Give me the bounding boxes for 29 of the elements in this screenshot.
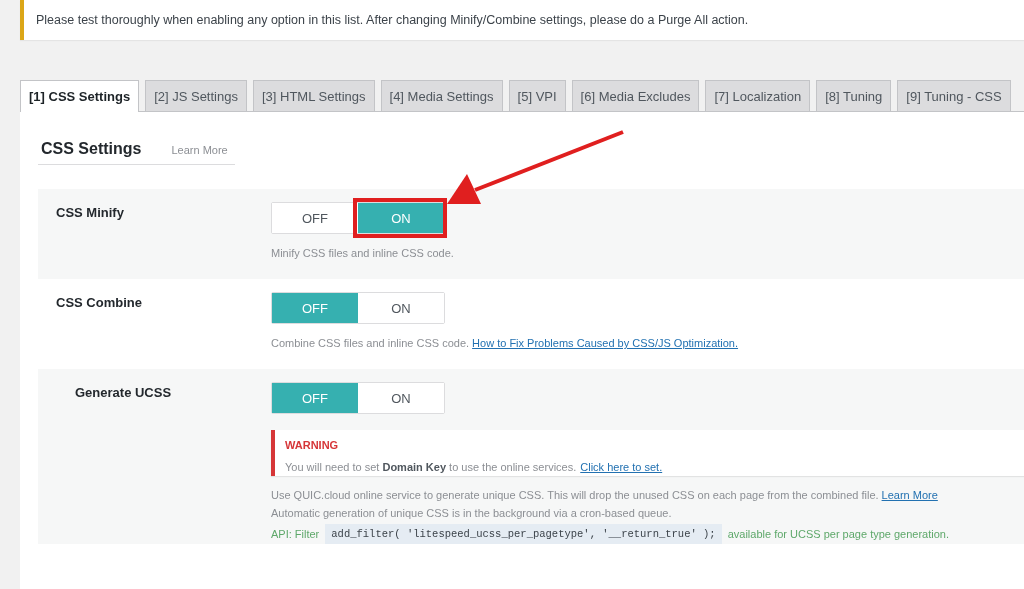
description-text: Combine CSS files and inline CSS code. [271, 337, 470, 349]
description-text: Minify CSS files and inline CSS code. [271, 247, 454, 259]
settings-tab[interactable]: [1] CSS Settings [20, 80, 140, 112]
setting-label: CSS Minify [56, 205, 124, 220]
toggle-option[interactable]: OFF [272, 203, 358, 233]
api-label: API: Filter [271, 527, 320, 542]
code-snippet: add_filter( 'litespeed_ucss_per_pagetype', '__return_true' ); [325, 524, 722, 544]
description-text: Automatic generation of unique CSS is in the background via a cron-based queue. [271, 507, 672, 519]
api-note: available for UCSS per page type generation. [727, 527, 950, 542]
settings-tab[interactable]: [6] Media Excludes [571, 80, 700, 111]
settings-tab[interactable]: [2] JS Settings [145, 80, 247, 111]
warning-title: WARNING [285, 439, 339, 451]
settings-tab[interactable]: [5] VPI [508, 80, 566, 111]
notice-text: Please test thoroughly when enabling any option in this list. After changing Minify/Combine settings, please do a Purge All action. [36, 13, 749, 27]
set-domain-link[interactable]: Click here to set. [580, 461, 663, 473]
setting-label: Generate UCSS [75, 385, 172, 400]
settings-tab[interactable]: [9] Tuning - CSS [897, 80, 1011, 111]
learn-more-link[interactable]: Learn More [171, 144, 228, 156]
settings-tab[interactable]: [3] HTML Settings [252, 80, 375, 111]
description-text: Use QUIC.cloud online service to generate unique CSS. This will drop the unused CSS on each page from the combined file. [271, 489, 879, 501]
settings-tab[interactable]: [7] Localization [705, 80, 811, 111]
setting-label: CSS Combine [56, 295, 142, 310]
help-link[interactable]: How to Fix Problems Caused by CSS/JS Optimization. [472, 337, 739, 349]
warning-text: You will need to set Domain Key to use the online services. [285, 461, 577, 473]
help-link[interactable]: Learn More [881, 489, 938, 501]
settings-tab[interactable]: [8] Tuning [816, 80, 892, 111]
settings-tab[interactable]: [4] Media Settings [380, 80, 503, 111]
section-title: CSS Settings [41, 140, 142, 158]
toggle-option[interactable]: ON [358, 383, 444, 413]
